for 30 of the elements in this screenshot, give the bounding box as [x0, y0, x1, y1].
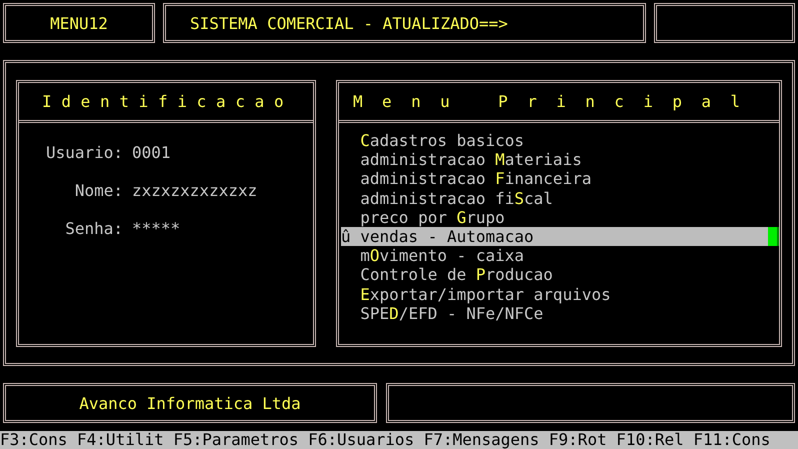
- panel-title: Identificacao: [41, 92, 294, 111]
- function-key-hint: F11:Cons: [693, 431, 770, 449]
- field-value: zxzxzxzxzxzxz: [132, 181, 258, 200]
- field-value: 0001: [132, 143, 172, 162]
- field-label: Nome:: [74, 181, 123, 200]
- function-key-hint: F9:Rot: [548, 431, 607, 449]
- menu-item[interactable]: administracao Materiais: [341, 150, 779, 170]
- menu-item[interactable]: mOvimento - caixa: [341, 246, 779, 266]
- panel-title: Menu Principal: [352, 92, 760, 111]
- menu-item[interactable]: administracao Financeira: [341, 169, 779, 189]
- function-key-hint: F10:Rel: [616, 431, 684, 449]
- function-key-hint: F6:Usuarios: [308, 431, 414, 449]
- menu-item[interactable]: Cadastros basicos: [341, 131, 779, 150]
- menu-item[interactable]: Exportar/importar arquivos: [341, 284, 779, 304]
- menu-item[interactable]: û vendas - Automacao: [341, 226, 779, 246]
- field-label: Usuario:: [44, 143, 123, 162]
- menu-item[interactable]: Controle de Producao: [341, 265, 779, 284]
- function-key-hint: F4:Utilit: [77, 431, 164, 449]
- menu-item[interactable]: administracao fiScal: [341, 188, 779, 208]
- menu-item[interactable]: preco por Grupo: [341, 208, 779, 227]
- function-key-hint: F5:Parametros: [173, 431, 299, 449]
- field-value: *****: [132, 219, 182, 238]
- program-code: MENU12: [3, 3, 155, 43]
- system-title: SISTEMA COMERCIAL - ATUALIZADO==>: [163, 3, 646, 43]
- function-key-hint: F3:Cons: [0, 431, 68, 449]
- cursor-bar: [768, 226, 779, 246]
- company-name: Avanco Informatica Ltda: [3, 383, 377, 423]
- menu-item[interactable]: SPED/EFD - NFe/NFCe: [341, 304, 779, 323]
- function-key-hint: F7:Mensagens: [424, 431, 540, 449]
- field-label: Senha:: [64, 219, 123, 238]
